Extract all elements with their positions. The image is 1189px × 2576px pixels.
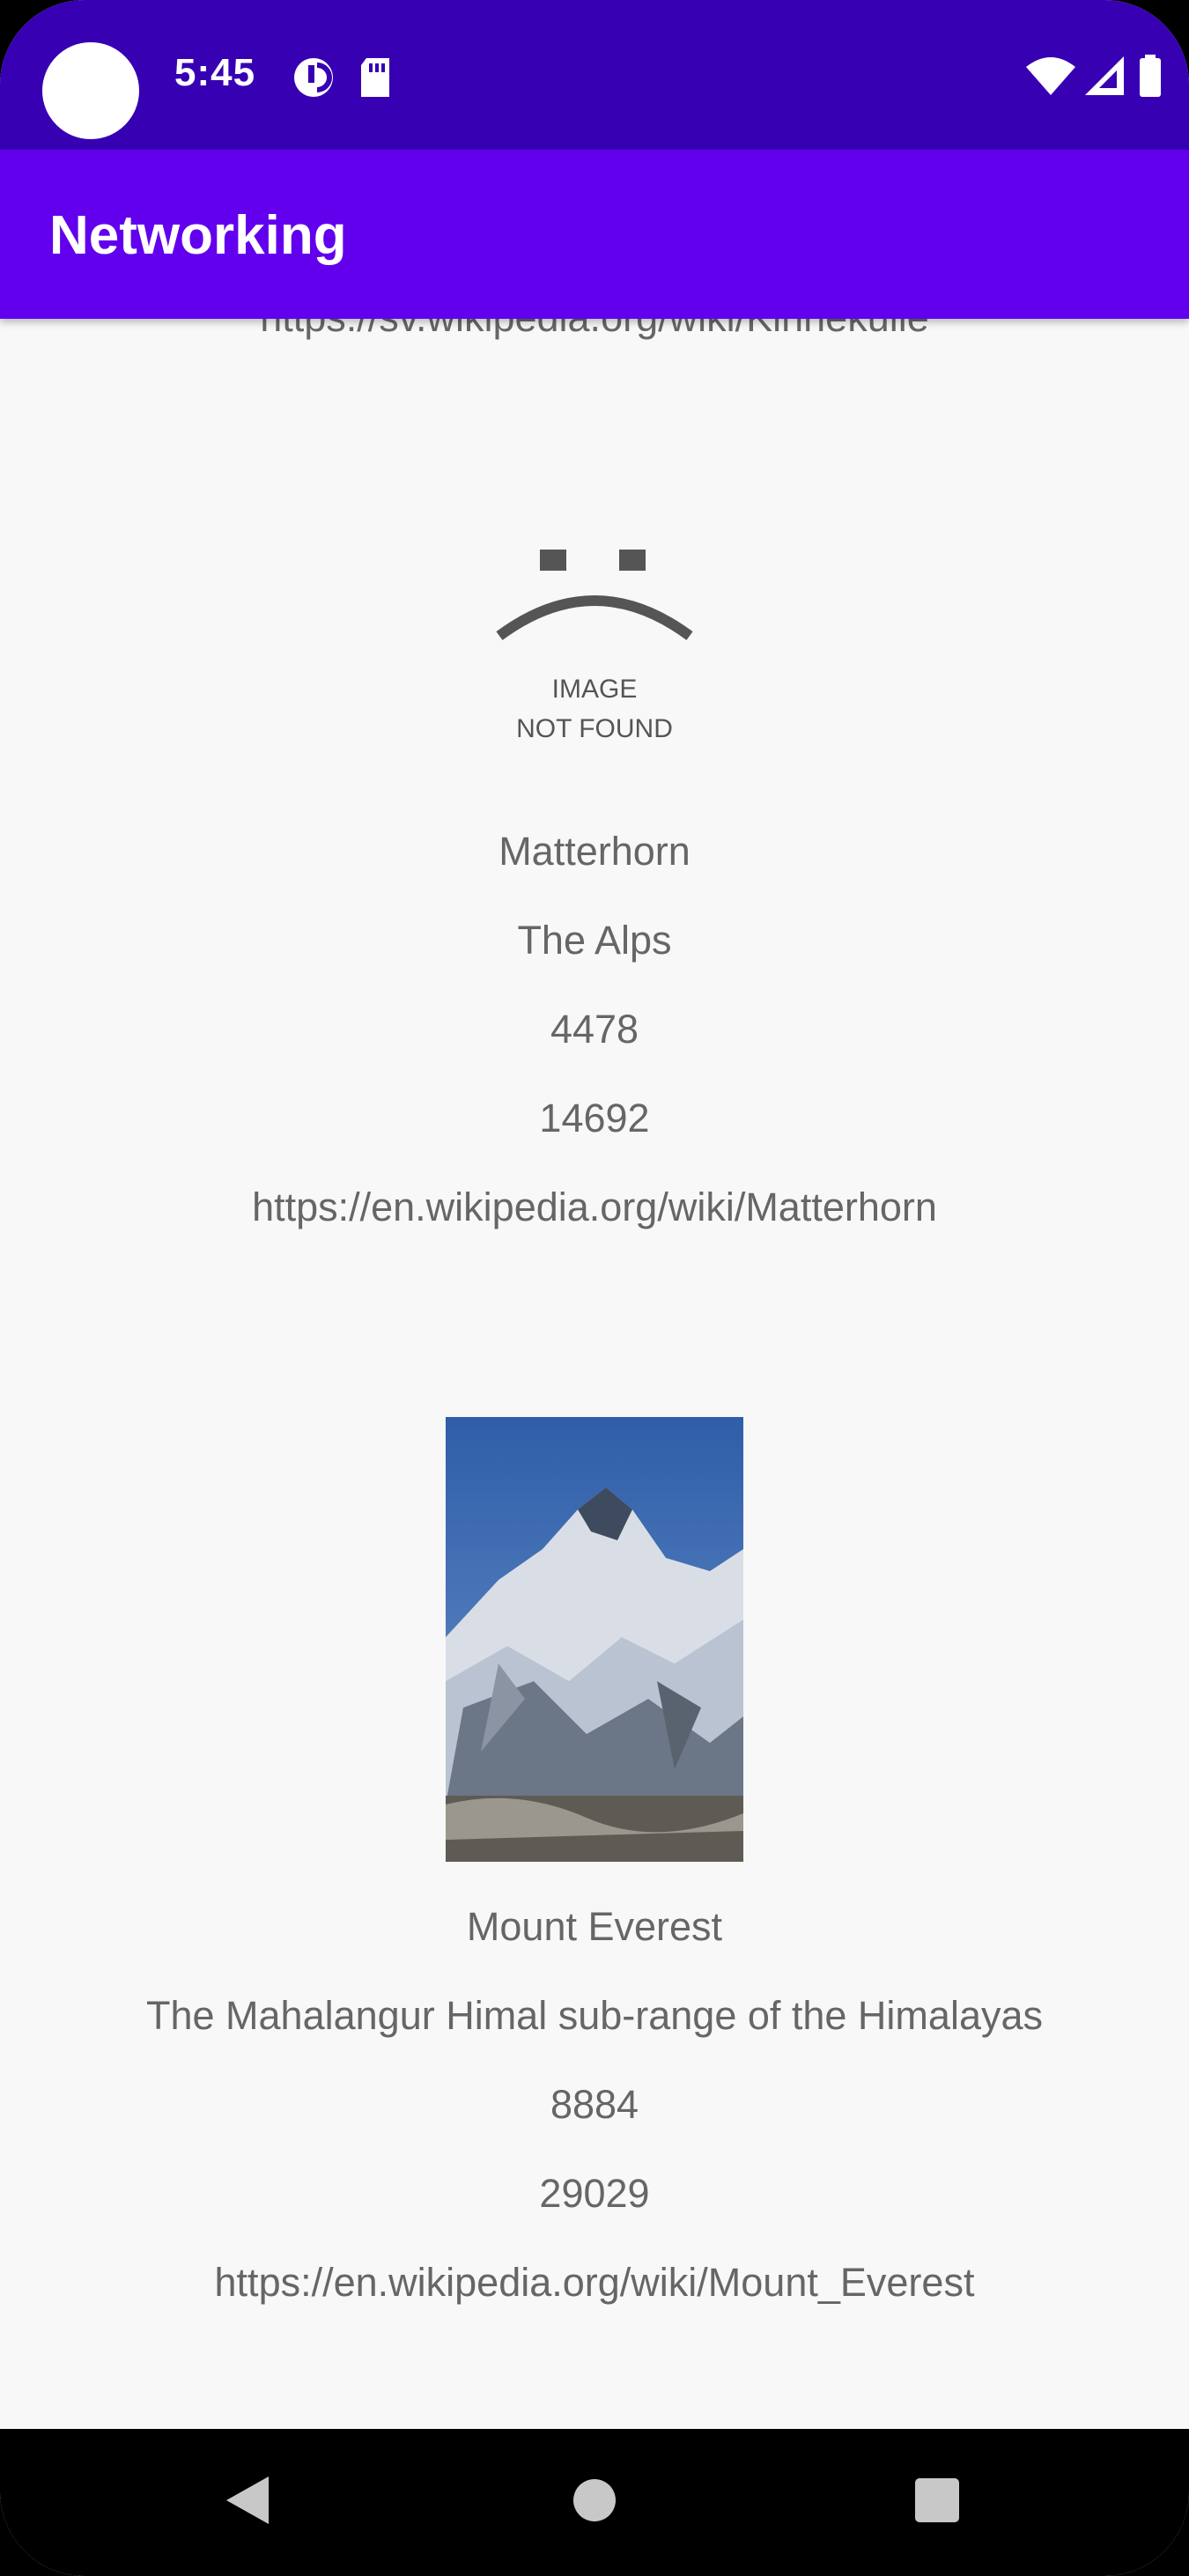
status-time: 5:45 (174, 51, 256, 94)
status-icons-left (291, 55, 393, 100)
home-icon[interactable] (572, 2473, 617, 2532)
data-saver-icon (291, 58, 340, 97)
mount-everest-photo (446, 1417, 743, 1862)
mountain-height-feet: 29029 (539, 2171, 650, 2216)
mountain-list[interactable]: https://sv.wikipedia.org/wiki/Kinnekulle… (0, 319, 1189, 2429)
mountain-url: https://en.wikipedia.org/wiki/Matterhorn (252, 1185, 937, 1229)
status-bar: 5:45 (0, 0, 1189, 150)
recents-icon[interactable] (913, 2473, 961, 2532)
image-not-found-text-1: IMAGE (552, 675, 638, 704)
mountain-location: The Alps (517, 918, 672, 963)
camera-cutout (42, 42, 139, 139)
app-bar: Networking (0, 150, 1189, 319)
back-icon[interactable] (223, 2473, 272, 2532)
app-title: Networking (49, 205, 347, 266)
previous-item-url: https://sv.wikipedia.org/wiki/Kinnekulle (0, 319, 1189, 342)
mountain-name: Matterhorn (498, 829, 691, 874)
mountain-location: The Mahalangur Himal sub-range of the Hi… (146, 1993, 1043, 2038)
mountain-height-meters: 8884 (550, 2082, 639, 2127)
phone-screen: 5:45 Networking IMAGE NOT FOUND Matterho… (0, 0, 1189, 2576)
sd-card-icon (358, 58, 393, 97)
image-not-found-text-2: NOT FOUND (516, 714, 673, 743)
signal-icon (1084, 56, 1127, 95)
battery-icon (1138, 55, 1163, 97)
image-not-found-icon: IMAGE NOT FOUND (496, 550, 693, 743)
wifi-icon (1026, 57, 1079, 95)
navigation-bar (0, 2429, 1189, 2576)
status-icons-right (1026, 55, 1163, 97)
mountain-name: Mount Everest (466, 1904, 723, 1949)
mountain-url: https://en.wikipedia.org/wiki/Mount_Ever… (214, 2260, 975, 2305)
mountain-height-meters: 4478 (550, 1007, 639, 1052)
mountain-height-feet: 14692 (539, 1096, 650, 1140)
